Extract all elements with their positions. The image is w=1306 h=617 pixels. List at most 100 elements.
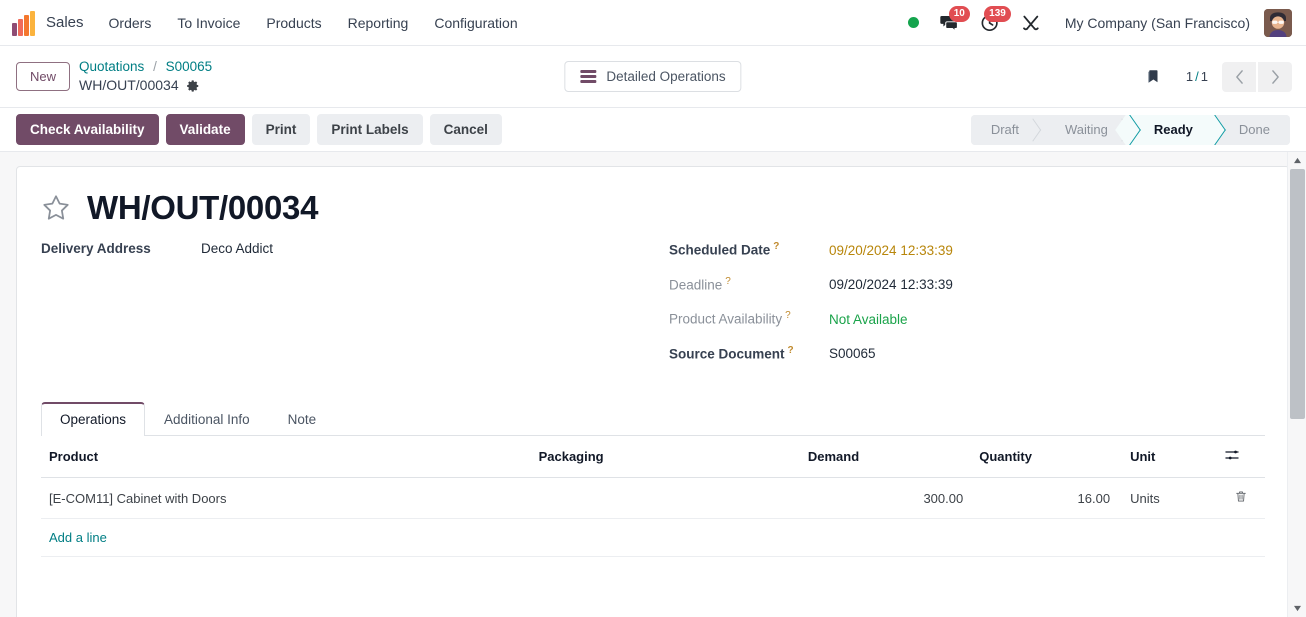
field-value-scheduled-date[interactable]: 09/20/2024 12:33:39 <box>829 243 953 258</box>
status-stage-ready[interactable]: Ready <box>1127 114 1213 145</box>
company-switcher[interactable]: My Company (San Francisco) <box>1055 15 1260 31</box>
pager-next-button[interactable] <box>1258 61 1292 92</box>
cell-unit[interactable]: Units <box>1118 477 1216 519</box>
chevron-left-icon <box>1235 69 1243 84</box>
scrollbar-track[interactable] <box>1288 169 1306 600</box>
field-value-deadline[interactable]: 09/20/2024 12:33:39 <box>829 277 953 292</box>
breadcrumb-current: WH/OUT/00034 <box>79 76 212 95</box>
field-value-source-document[interactable]: S00065 <box>829 346 876 361</box>
nav-item-to-invoice[interactable]: To Invoice <box>164 9 253 37</box>
optional-columns-button[interactable] <box>1216 436 1265 478</box>
field-product-availability: Product Availability? Not Available <box>669 310 1265 327</box>
nav-item-reporting[interactable]: Reporting <box>335 9 422 37</box>
cell-demand[interactable]: 300.00 <box>799 477 972 519</box>
add-a-line-button[interactable]: Add a line <box>49 530 107 545</box>
activities-button[interactable]: 139 <box>974 6 1011 37</box>
record-title-row: WH/OUT/00034 <box>41 189 1265 227</box>
online-status-dot <box>907 17 919 28</box>
pager-separator: / <box>1195 69 1199 84</box>
vertical-scrollbar[interactable] <box>1287 152 1306 617</box>
field-label-scheduled-date: Scheduled Date? <box>669 241 780 258</box>
status-bar: Draft Waiting Ready Done <box>970 114 1290 145</box>
wrench-cross-icon <box>1022 15 1039 30</box>
trash-icon <box>1234 489 1248 504</box>
nav-item-configuration[interactable]: Configuration <box>421 9 530 37</box>
cancel-button[interactable]: Cancel <box>429 114 502 145</box>
developer-tools-button[interactable] <box>1015 9 1051 37</box>
field-value-delivery-address[interactable]: Deco Addict <box>201 241 273 256</box>
cell-packaging[interactable] <box>530 477 800 519</box>
column-header-quantity[interactable]: Quantity <box>971 436 1119 478</box>
chevron-right-icon <box>1271 69 1279 84</box>
field-label-product-availability: Product Availability? <box>669 310 791 327</box>
notebook: Operations Additional Info Note Product … <box>41 401 1265 557</box>
field-label-deadline: Deadline? <box>669 275 731 293</box>
tab-operations[interactable]: Operations <box>41 402 146 436</box>
status-stage-draft[interactable]: Draft <box>970 114 1040 145</box>
list-lines-icon <box>580 70 597 83</box>
field-label-delivery-address: Delivery Address <box>41 241 151 256</box>
scroll-down-arrow[interactable] <box>1288 600 1306 617</box>
cell-quantity[interactable]: 16.00 <box>971 477 1119 519</box>
column-header-packaging[interactable]: Packaging <box>530 436 800 478</box>
help-tooltip-icon[interactable]: ? <box>725 276 731 287</box>
messages-count-badge: 10 <box>948 6 970 22</box>
fields-column-left: Delivery Address Deco Addict <box>41 241 653 379</box>
field-scheduled-date: Scheduled Date? 09/20/2024 12:33:39 <box>669 241 1265 258</box>
breadcrumb-item-s00065[interactable]: S00065 <box>166 59 213 74</box>
nav-item-products[interactable]: Products <box>253 9 334 37</box>
detailed-operations-label: Detailed Operations <box>606 69 726 84</box>
star-outline-icon[interactable] <box>41 193 71 223</box>
bookmark-icon[interactable] <box>1134 64 1172 90</box>
page-title: WH/OUT/00034 <box>87 189 319 226</box>
gear-icon[interactable] <box>186 79 200 93</box>
help-tooltip-icon[interactable]: ? <box>788 345 794 356</box>
column-header-unit[interactable]: Unit <box>1118 436 1216 478</box>
odoo-bars-logo[interactable] <box>10 10 36 36</box>
operations-table: Product Packaging Demand Quantity Unit [… <box>41 436 1265 557</box>
field-deadline: Deadline? 09/20/2024 12:33:39 <box>669 276 1265 293</box>
field-value-product-availability: Not Available <box>829 311 908 327</box>
fields-column-right: Scheduled Date? 09/20/2024 12:33:39 Dead… <box>653 241 1265 379</box>
field-label-source-document: Source Document? <box>669 344 794 362</box>
form-scroll-area: WH/OUT/00034 Delivery Address Deco Addic… <box>0 152 1306 617</box>
breadcrumb-separator: / <box>153 58 157 74</box>
check-availability-button[interactable]: Check Availability <box>16 114 159 145</box>
column-header-product[interactable]: Product <box>41 436 531 478</box>
pager-counter[interactable]: 1/1 <box>1174 69 1220 84</box>
help-tooltip-icon[interactable]: ? <box>785 310 791 321</box>
table-row[interactable]: [E-COM11] Cabinet with Doors 300.00 16.0… <box>41 477 1265 519</box>
detailed-operations-button[interactable]: Detailed Operations <box>564 61 742 92</box>
breadcrumb-current-label: WH/OUT/00034 <box>79 77 179 94</box>
pager-group: 1/1 <box>1134 61 1292 92</box>
new-record-button[interactable]: New <box>16 62 71 91</box>
control-panel: New Quotations / S00065 WH/OUT/00034 Det… <box>0 46 1306 108</box>
nav-item-orders[interactable]: Orders <box>96 9 165 37</box>
breadcrumb-item-quotations[interactable]: Quotations <box>79 59 144 74</box>
notebook-tabs: Operations Additional Info Note <box>41 401 1265 436</box>
help-tooltip-icon[interactable]: ? <box>773 241 779 252</box>
column-options-icon <box>1224 447 1240 463</box>
scrollbar-thumb[interactable] <box>1289 169 1305 419</box>
delete-row-button[interactable] <box>1216 477 1265 519</box>
print-button[interactable]: Print <box>251 114 311 145</box>
add-line-row: Add a line <box>41 518 1265 557</box>
breadcrumb: Quotations / S00065 WH/OUT/00034 <box>79 58 212 95</box>
action-buttons-row: Check Availability Validate Print Print … <box>0 108 1306 152</box>
detailed-operations-container: Detailed Operations <box>564 61 742 92</box>
avatar[interactable] <box>1264 8 1292 37</box>
scroll-up-arrow[interactable] <box>1288 152 1306 169</box>
validate-button[interactable]: Validate <box>165 114 245 145</box>
user-avatar-image <box>1264 8 1292 37</box>
pager-previous-button[interactable] <box>1222 61 1256 92</box>
nav-app-name[interactable]: Sales <box>44 14 96 31</box>
cell-product[interactable]: [E-COM11] Cabinet with Doors <box>41 477 531 519</box>
messages-button[interactable]: 10 <box>933 6 970 37</box>
tab-note[interactable]: Note <box>269 402 336 436</box>
breadcrumb-trail: Quotations / S00065 <box>79 58 212 76</box>
table-header-row: Product Packaging Demand Quantity Unit <box>41 436 1265 478</box>
fields-grid: Delivery Address Deco Addict Scheduled D… <box>41 241 1265 379</box>
print-labels-button[interactable]: Print Labels <box>317 114 423 145</box>
column-header-demand[interactable]: Demand <box>799 436 972 478</box>
tab-additional-info[interactable]: Additional Info <box>145 402 269 436</box>
